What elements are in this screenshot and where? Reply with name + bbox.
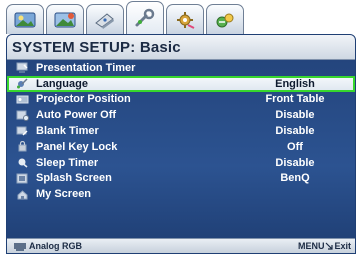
projector-position-icon: [16, 95, 28, 104]
menu-item-value: BenQ: [280, 172, 310, 185]
system-setup-advanced-icon: [177, 11, 195, 29]
tab-system-setup-basic[interactable]: [126, 1, 164, 34]
menu-item-auto-power-off[interactable]: Auto Power Off Disable: [7, 107, 355, 123]
auto-power-off-icon: [16, 110, 29, 121]
picture-advanced-icon: [54, 12, 76, 27]
menu-item-panel-key-lock[interactable]: Panel Key Lock Off: [7, 139, 355, 155]
information-icon: [216, 13, 234, 27]
menu-item-label: Language: [36, 77, 88, 90]
menu-item-blank-timer[interactable]: Blank Timer Disable: [7, 123, 355, 139]
menu-item-label: Blank Timer: [36, 125, 99, 138]
input-source-label: Analog RGB: [29, 241, 82, 251]
menu-item-value: Front Table: [265, 93, 325, 106]
tab-picture-advanced[interactable]: [46, 4, 84, 34]
menu-tabs: [6, 1, 244, 34]
menu-item-label: Projector Position: [36, 93, 131, 106]
menu-item-value: English: [275, 77, 315, 90]
menu-item-value: Disable: [275, 109, 315, 122]
menu-item-label: Presentation Timer: [36, 61, 136, 74]
status-bar: Analog RGB MENU Exit: [7, 238, 355, 253]
menu-items: Presentation Timer Language English Proj…: [7, 60, 355, 253]
exit-hint[interactable]: MENU Exit: [298, 241, 351, 251]
menu-item-presentation-timer[interactable]: Presentation Timer: [7, 60, 355, 76]
return-arrow-icon: [326, 242, 334, 250]
blank-timer-icon: [16, 126, 28, 136]
menu-item-label: My Screen: [36, 188, 92, 201]
menu-item-value: Disable: [275, 125, 315, 138]
tab-display[interactable]: [86, 4, 124, 34]
menu-item-sleep-timer[interactable]: Sleep Timer Disable: [7, 155, 355, 171]
menu-item-my-screen[interactable]: My Screen: [7, 186, 355, 202]
exit-label: Exit: [334, 241, 351, 251]
menu-item-label: Panel Key Lock: [36, 140, 118, 153]
input-source: Analog RGB: [13, 241, 82, 251]
menu-item-splash-screen[interactable]: Splash Screen BenQ: [7, 171, 355, 187]
menu-item-value: Disable: [275, 156, 315, 169]
menu-title: SYSTEM SETUP: Basic: [7, 35, 355, 60]
language-icon: [16, 78, 28, 89]
tab-system-setup-advanced[interactable]: [166, 4, 204, 34]
system-setup-basic-icon: [135, 8, 155, 27]
display-icon: [95, 12, 114, 29]
menu-item-projector-position[interactable]: Projector Position Front Table: [7, 92, 355, 108]
panel-key-lock-icon: [18, 141, 26, 152]
my-screen-icon: [17, 190, 27, 200]
menu-key-label: MENU: [297, 241, 325, 251]
sleep-timer-icon: [18, 158, 28, 168]
tab-picture[interactable]: [6, 4, 44, 34]
menu-item-label: Splash Screen: [36, 172, 112, 185]
tab-information[interactable]: [206, 4, 244, 34]
menu-item-label: Sleep Timer: [36, 156, 99, 169]
picture-icon: [14, 12, 36, 27]
menu-item-value: Off: [287, 140, 303, 153]
menu-item-language[interactable]: Language English: [7, 75, 355, 92]
menu-item-label: Auto Power Off: [36, 109, 117, 122]
splash-screen-icon: [16, 173, 27, 184]
system-setup-basic-menu: SYSTEM SETUP: Basic Presentation Timer L…: [6, 34, 356, 254]
timer-icon: [16, 62, 28, 73]
input-source-icon: [14, 242, 26, 251]
